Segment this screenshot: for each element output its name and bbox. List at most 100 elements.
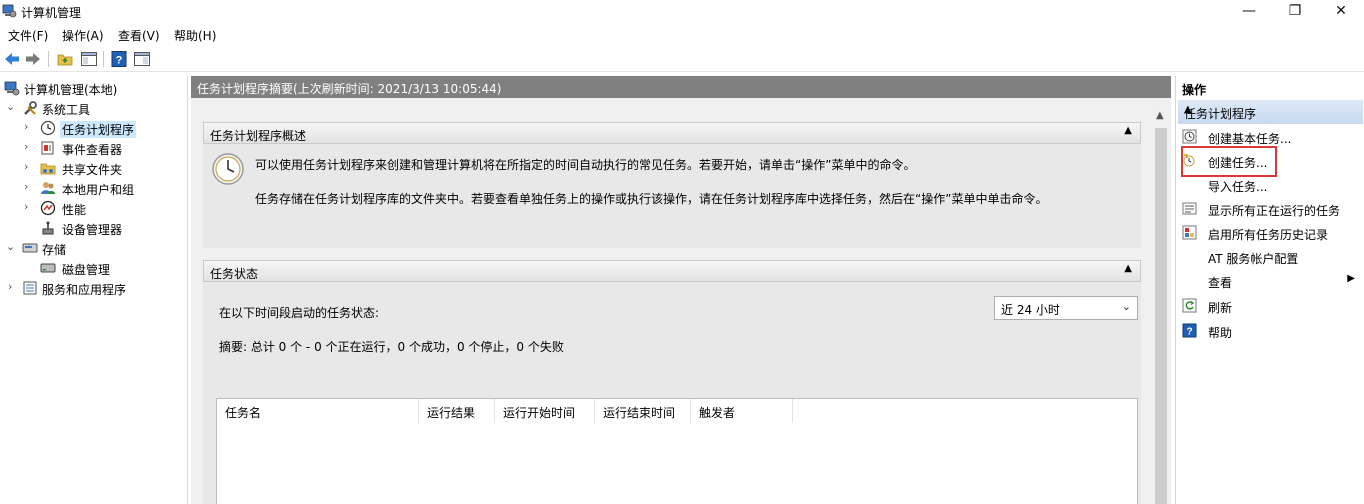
action-enable-history[interactable]: 启用所有任务历史记录 — [1180, 222, 1363, 244]
clock-icon — [1182, 129, 1197, 144]
task-status-table: 任务名 运行结果 运行开始时间 运行结束时间 触发者 — [216, 398, 1138, 504]
toolbar-separator — [48, 51, 49, 67]
scrollbar-thumb[interactable] — [1155, 128, 1167, 504]
column-header[interactable]: 运行开始时间 — [495, 399, 595, 423]
refresh-icon — [1182, 298, 1197, 313]
action-label: 帮助 — [1208, 326, 1233, 340]
tree-label: 系统工具 — [42, 103, 91, 117]
show-hide-tree-icon[interactable] — [80, 50, 98, 68]
tree-item-local-users[interactable]: › 本地用户和组 — [0, 178, 185, 198]
chevron-right-icon[interactable]: › — [24, 180, 34, 193]
action-display-running-tasks[interactable]: 显示所有正在运行的任务 — [1180, 198, 1363, 220]
chevron-down-icon[interactable]: ⌄ — [6, 100, 16, 113]
tree-item-shared-folders[interactable]: › 共享文件夹 — [0, 158, 185, 178]
menu-file[interactable]: 文件(F) — [8, 27, 48, 44]
action-refresh[interactable]: 刷新 — [1180, 295, 1363, 317]
tree-item-device-manager[interactable]: 设备管理器 — [0, 218, 185, 238]
event-viewer-icon — [41, 141, 54, 155]
tree-label: 磁盘管理 — [62, 263, 111, 277]
column-header-label: 触发者 — [699, 406, 736, 420]
tree-item-event-viewer[interactable]: › 事件查看器 — [0, 138, 185, 158]
window-title: 计算机管理 — [21, 6, 82, 20]
up-folder-icon[interactable] — [56, 50, 74, 68]
chevron-down-icon[interactable]: ⌄ — [6, 240, 16, 253]
back-arrow-icon[interactable] — [3, 50, 21, 68]
tree-label: 共享文件夹 — [62, 163, 123, 177]
chevron-right-icon[interactable]: › — [24, 140, 34, 153]
computer-management-icon — [2, 4, 17, 18]
action-label: 创建基本任务... — [1208, 132, 1292, 146]
summary-header-text: 任务计划程序摘要(上次刷新时间: 2021/3/13 10:05:44) — [197, 82, 502, 96]
chevron-right-icon[interactable]: › — [24, 200, 34, 213]
tree-item-storage[interactable]: ⌄ 存储 — [0, 238, 185, 258]
scroll-up-icon[interactable]: ▲ — [1156, 110, 1164, 121]
device-manager-icon — [42, 221, 54, 235]
collapse-up-icon[interactable]: ▲ — [1184, 104, 1357, 115]
action-help[interactable]: ? 帮助 — [1180, 320, 1363, 342]
help-icon: ? — [1182, 323, 1197, 338]
action-import-task[interactable]: 导入任务... — [1180, 174, 1363, 196]
task-status-title: 任务状态 — [210, 267, 259, 281]
menu-help[interactable]: 帮助(H) — [174, 27, 216, 44]
close-button[interactable]: ✕ — [1318, 0, 1364, 22]
column-header[interactable]: 触发者 — [691, 399, 793, 423]
menu-view[interactable]: 查看(V) — [118, 27, 160, 44]
status-period-label: 在以下时间段启动的任务状态: — [219, 306, 380, 320]
column-header[interactable]: 运行结束时间 — [595, 399, 691, 423]
status-summary: 摘要: 总计 0 个 - 0 个正在运行，0 个成功，0 个停止，0 个失败 — [219, 340, 564, 354]
action-label: 导入任务... — [1208, 180, 1268, 194]
actions-section-header[interactable]: 任务计划程序 ▲ — [1178, 100, 1363, 124]
users-icon — [41, 182, 55, 194]
summary-header: 任务计划程序摘要(上次刷新时间: 2021/3/13 10:05:44) — [191, 76, 1171, 98]
tree-item-system-tools[interactable]: ⌄ 系统工具 — [0, 98, 185, 118]
tree-label: 性能 — [62, 203, 87, 217]
collapse-up-icon[interactable]: ▲ — [1124, 263, 1132, 274]
services-icon — [23, 281, 37, 295]
console-tree: 计算机管理(本地) ⌄ 系统工具 › 任务计划程序 › 事件查看器 › 共享文件… — [0, 76, 188, 504]
overview-text-1: 可以使用任务计划程序来创建和管理计算机将在所指定的时间自动执行的常见任务。若要开… — [255, 158, 916, 172]
svg-text:?: ? — [1186, 327, 1192, 338]
action-view[interactable]: 查看 ▶ — [1180, 270, 1363, 292]
column-header[interactable]: 任务名 — [217, 399, 419, 423]
action-label: 启用所有任务历史记录 — [1208, 228, 1329, 242]
period-select-value: 近 24 小时 — [1001, 303, 1060, 317]
action-label: 刷新 — [1208, 301, 1233, 315]
chevron-right-icon[interactable]: › — [8, 280, 18, 293]
tree-item-services-apps[interactable]: › 服务和应用程序 — [0, 278, 185, 298]
action-at-service-config[interactable]: AT 服务帐户配置 — [1180, 246, 1363, 268]
column-header-label: 运行结果 — [427, 406, 476, 420]
shared-folder-icon — [40, 163, 56, 175]
vertical-scrollbar[interactable]: ▲ — [1153, 108, 1169, 504]
restore-button[interactable]: ❐ — [1272, 0, 1318, 22]
actions-title: 操作 — [1182, 83, 1207, 97]
menu-action[interactable]: 操作(A) — [62, 27, 104, 44]
tree-item-disk-management[interactable]: 磁盘管理 — [0, 258, 185, 278]
collapse-up-icon[interactable]: ▲ — [1124, 125, 1132, 136]
task-status-header[interactable]: 任务状态 ▲ — [203, 260, 1141, 282]
main-panel: 任务计划程序摘要(上次刷新时间: 2021/3/13 10:05:44) 任务计… — [191, 76, 1171, 504]
clock-icon — [212, 153, 244, 185]
tree-item-performance[interactable]: › 性能 — [0, 198, 185, 218]
action-label: AT 服务帐户配置 — [1208, 252, 1299, 266]
chevron-right-icon[interactable]: › — [24, 160, 34, 173]
column-header-label: 运行开始时间 — [503, 406, 576, 420]
help-icon[interactable]: ? — [110, 50, 128, 68]
chevron-right-icon[interactable]: › — [24, 120, 34, 133]
disk-icon — [40, 263, 56, 273]
forward-arrow-icon[interactable] — [24, 50, 42, 68]
tools-icon — [24, 101, 37, 115]
actions-pane: 操作 任务计划程序 ▲ 创建基本任务... 创建任务... 导入任务... 显示… — [1175, 76, 1364, 504]
action-create-basic-task[interactable]: 创建基本任务... — [1180, 126, 1363, 148]
overview-section: 任务计划程序概述 ▲ 可以使用任务计划程序来创建和管理计算机将在所指定的时间自动… — [203, 122, 1141, 248]
show-hide-action-pane-icon[interactable] — [133, 50, 151, 68]
highlight-annotation — [1181, 146, 1277, 177]
column-header[interactable]: 运行结果 — [419, 399, 495, 423]
action-label: 显示所有正在运行的任务 — [1208, 204, 1341, 218]
tree-item-task-scheduler[interactable]: › 任务计划程序 — [0, 118, 185, 138]
period-select[interactable]: 近 24 小时 ⌄ — [994, 296, 1138, 320]
overview-section-header[interactable]: 任务计划程序概述 ▲ — [203, 122, 1141, 144]
minimize-button[interactable]: — — [1226, 0, 1272, 22]
chevron-down-icon: ⌄ — [1121, 300, 1131, 313]
tree-item-root[interactable]: 计算机管理(本地) — [0, 78, 185, 98]
overview-text-2: 任务存储在任务计划程序库的文件夹中。若要查看单独任务上的操作或执行该操作，请在任… — [255, 192, 1048, 206]
